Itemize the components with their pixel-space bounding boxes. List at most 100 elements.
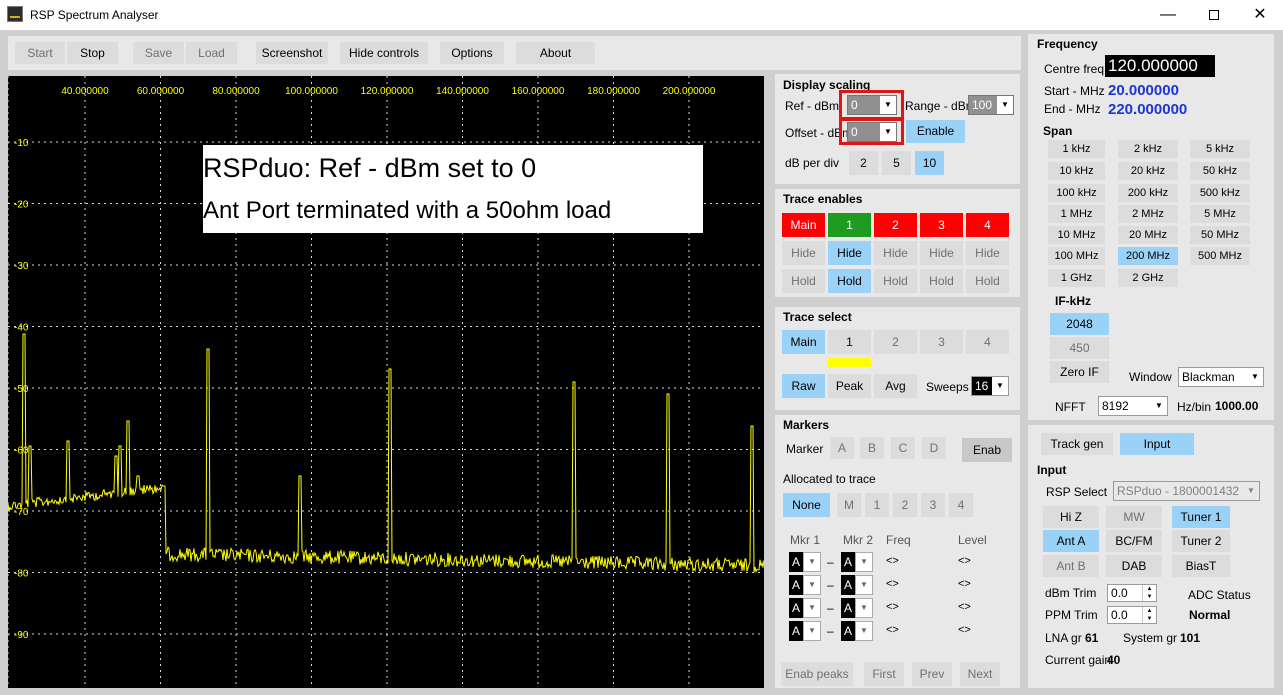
alloc-1-button[interactable]: 1 <box>865 493 889 517</box>
rsp-select-dropdown[interactable]: RSPduo - 1800001432 ▼ <box>1113 481 1260 501</box>
span-20mhz-button[interactable]: 20 MHz <box>1118 226 1178 244</box>
span-2mhz-button[interactable]: 2 MHz <box>1118 205 1178 223</box>
mkr1-dropdown[interactable]: A ▼ <box>789 575 823 595</box>
span-50mhz-button[interactable]: 50 MHz <box>1190 226 1250 244</box>
trace-select-1-button[interactable]: 1 <box>828 330 871 354</box>
track-gen-tab[interactable]: Track gen <box>1041 433 1113 455</box>
mkr2-dropdown[interactable]: A ▼ <box>841 575 875 595</box>
if-450-button[interactable]: 450 <box>1050 337 1109 359</box>
hide-controls-button[interactable]: Hide controls <box>340 42 428 64</box>
alloc-3-button[interactable]: 3 <box>921 493 945 517</box>
ant-b-button[interactable]: Ant B <box>1043 555 1099 577</box>
span-20khz-button[interactable]: 20 kHz <box>1118 162 1178 180</box>
zero-if-button[interactable]: Zero IF <box>1050 361 1109 383</box>
avg-button[interactable]: Avg <box>874 374 917 398</box>
mkr1-dropdown[interactable]: A ▼ <box>789 621 823 641</box>
span-2ghz-button[interactable]: 2 GHz <box>1118 269 1178 287</box>
alloc-4-button[interactable]: 4 <box>949 493 973 517</box>
hold-2-button[interactable]: Hold <box>874 269 917 293</box>
spectrum-plot[interactable]: 40.000000 60.000000 80.000000 100.000000 120… <box>7 76 765 688</box>
span-10khz-button[interactable]: 10 kHz <box>1048 162 1105 180</box>
span-1ghz-button[interactable]: 1 GHz <box>1048 269 1105 287</box>
start-mhz-value[interactable]: 20.000000 <box>1108 82 1179 99</box>
hold-4-button[interactable]: Hold <box>966 269 1009 293</box>
save-button[interactable]: Save <box>133 42 184 64</box>
trace-select-4-button[interactable]: 4 <box>966 330 1009 354</box>
minimize-icon[interactable]: — <box>1145 0 1191 30</box>
hold-3-button[interactable]: Hold <box>920 269 963 293</box>
end-mhz-value[interactable]: 220.000000 <box>1108 101 1187 118</box>
marker-c-button[interactable]: C <box>891 437 915 459</box>
next-button[interactable]: Next <box>960 662 1000 686</box>
span-500mhz-button[interactable]: 500 MHz <box>1190 247 1250 265</box>
marker-a-button[interactable]: A <box>830 437 854 459</box>
input-tab[interactable]: Input <box>1120 433 1194 455</box>
dab-button[interactable]: DAB <box>1106 555 1162 577</box>
bc-fm-button[interactable]: BC/FM <box>1106 530 1162 552</box>
start-button[interactable]: Start <box>15 42 65 64</box>
mkr1-dropdown[interactable]: A ▼ <box>789 552 823 572</box>
trace-enable-2-button[interactable]: 2 <box>874 213 917 237</box>
hide-2-button[interactable]: Hide <box>874 241 917 265</box>
marker-b-button[interactable]: B <box>860 437 884 459</box>
prev-button[interactable]: Prev <box>912 662 952 686</box>
tuner-2-button[interactable]: Tuner 2 <box>1172 530 1230 552</box>
span-100khz-button[interactable]: 100 kHz <box>1048 184 1105 202</box>
span-200mhz-button[interactable]: 200 MHz <box>1118 247 1178 265</box>
span-200khz-button[interactable]: 200 kHz <box>1118 184 1178 202</box>
spin-arrows-icon[interactable]: ▲ ▼ <box>1142 607 1156 623</box>
centre-freq-input[interactable]: 120.000000 <box>1105 55 1215 77</box>
about-button[interactable]: About <box>516 42 595 64</box>
marker-d-button[interactable]: D <box>922 437 946 459</box>
spin-arrows-icon[interactable]: ▲ ▼ <box>1142 585 1156 601</box>
trace-enable-1-button[interactable]: 1 <box>828 213 871 237</box>
mkr2-dropdown[interactable]: A ▼ <box>841 621 875 641</box>
hold-main-button[interactable]: Hold <box>782 269 825 293</box>
alloc-none-button[interactable]: None <box>783 493 830 517</box>
span-50khz-button[interactable]: 50 kHz <box>1190 162 1250 180</box>
hide-4-button[interactable]: Hide <box>966 241 1009 265</box>
nfft-dropdown[interactable]: 8192 ▼ <box>1098 396 1168 416</box>
enable-button[interactable]: Enable <box>906 120 965 143</box>
peak-button[interactable]: Peak <box>828 374 871 398</box>
db-per-div-2-button[interactable]: 2 <box>849 151 878 175</box>
bias-t-button[interactable]: BiasT <box>1172 555 1230 577</box>
hide-3-button[interactable]: Hide <box>920 241 963 265</box>
stop-button[interactable]: Stop <box>67 42 118 64</box>
db-per-div-10-button[interactable]: 10 <box>915 151 944 175</box>
options-button[interactable]: Options <box>440 42 504 64</box>
mkr2-dropdown[interactable]: A ▼ <box>841 552 875 572</box>
span-100mhz-button[interactable]: 100 MHz <box>1048 247 1105 265</box>
maximize-icon[interactable] <box>1191 0 1237 30</box>
marker-enab-button[interactable]: Enab <box>962 438 1012 462</box>
dbm-trim-input[interactable]: 0.0 ▲ ▼ <box>1107 584 1157 602</box>
alloc-m-button[interactable]: M <box>837 493 861 517</box>
trace-enable-main-button[interactable]: Main <box>782 213 825 237</box>
trace-enable-3-button[interactable]: 3 <box>920 213 963 237</box>
span-1mhz-button[interactable]: 1 MHz <box>1048 205 1105 223</box>
raw-button[interactable]: Raw <box>782 374 825 398</box>
hide-1-button[interactable]: Hide <box>828 241 871 265</box>
load-button[interactable]: Load <box>186 42 237 64</box>
span-2khz-button[interactable]: 2 kHz <box>1118 140 1178 158</box>
enab-peaks-button[interactable]: Enab peaks <box>781 662 853 686</box>
window-dropdown[interactable]: Blackman ▼ <box>1178 367 1264 387</box>
trace-select-main-button[interactable]: Main <box>782 330 825 354</box>
span-1khz-button[interactable]: 1 kHz <box>1048 140 1105 158</box>
trace-select-3-button[interactable]: 3 <box>920 330 963 354</box>
first-button[interactable]: First <box>864 662 904 686</box>
screenshot-button[interactable]: Screenshot <box>256 42 328 64</box>
db-per-div-5-button[interactable]: 5 <box>882 151 911 175</box>
span-500khz-button[interactable]: 500 kHz <box>1190 184 1250 202</box>
hide-main-button[interactable]: Hide <box>782 241 825 265</box>
span-5mhz-button[interactable]: 5 MHz <box>1190 205 1250 223</box>
mkr1-dropdown[interactable]: A ▼ <box>789 598 823 618</box>
trace-enable-4-button[interactable]: 4 <box>966 213 1009 237</box>
mw-button[interactable]: MW <box>1106 506 1162 528</box>
hold-1-button[interactable]: Hold <box>828 269 871 293</box>
sweeps-dropdown[interactable]: 16 ▼ <box>971 376 1009 396</box>
mkr2-dropdown[interactable]: A ▼ <box>841 598 875 618</box>
ppm-trim-input[interactable]: 0.0 ▲ ▼ <box>1107 606 1157 624</box>
close-icon[interactable]: ✕ <box>1237 0 1283 30</box>
tuner-1-button[interactable]: Tuner 1 <box>1172 506 1230 528</box>
